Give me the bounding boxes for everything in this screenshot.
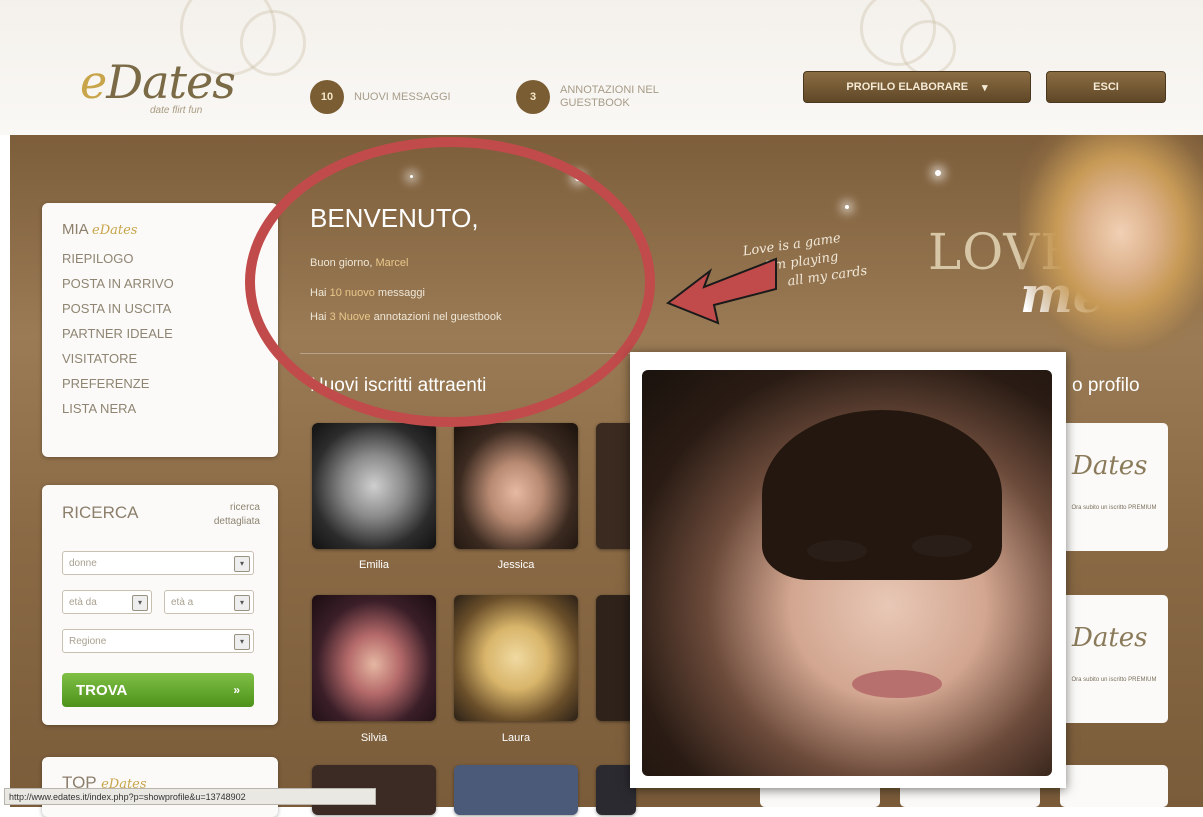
logo-tagline: date flirt fun — [150, 105, 203, 116]
member-name[interactable]: Jessica — [454, 559, 578, 571]
sidebar-item-riepilogo[interactable]: RIEPILOGO — [62, 251, 134, 266]
region-select[interactable]: Regione ▾ — [62, 629, 254, 653]
logo-e: e — [80, 55, 107, 109]
exit-button[interactable]: ESCI — [1046, 71, 1166, 103]
browser-status-bar: http://www.edates.it/index.php?p=showpro… — [4, 788, 376, 805]
enlarged-member-photo — [642, 370, 1052, 776]
dropdown-arrow-icon: ▾ — [234, 556, 250, 572]
sparkle-icon — [845, 205, 849, 209]
messages-label: NUOVI MESSAGGI — [354, 90, 451, 103]
sidebar-item-favorites[interactable]: PREFERENZE — [62, 376, 149, 391]
premium-ad-card[interactable] — [1060, 765, 1168, 807]
eye-shape — [807, 540, 867, 562]
sidebar-item-visitors[interactable]: VISITATORE — [62, 351, 137, 366]
advanced-search-link[interactable]: ricerca dettagliata — [214, 501, 260, 529]
chevron-down-icon: ▾ — [982, 81, 988, 94]
search-panel: RICERCA ricerca dettagliata donne ▾ età da… — [42, 485, 278, 725]
find-button[interactable]: TROVA» — [62, 673, 254, 707]
dropdown-arrow-icon: ▾ — [132, 595, 148, 611]
exit-label: ESCI — [1093, 81, 1119, 93]
premium-ad-card[interactable]: Dates Ora subito un iscritto PREMIUM — [1060, 595, 1168, 723]
edit-profile-button[interactable]: PROFILO ELABORARE ▾ — [803, 71, 1031, 103]
member-photo[interactable] — [454, 595, 578, 721]
guestbook-notification[interactable]: 3 ANNOTAZIONI NEL GUESTBOOK — [516, 80, 659, 114]
hair-shape — [762, 410, 1002, 580]
sidebar-item-inbox[interactable]: POSTA IN ARRIVO — [62, 276, 174, 291]
guestbook-count-badge: 3 — [516, 80, 550, 114]
member-photo[interactable] — [312, 595, 436, 721]
annotation-oval — [245, 137, 655, 427]
my-edates-panel: MIA eDates RIEPILOGO POSTA IN ARRIVO POS… — [42, 203, 278, 457]
sidebar-item-blacklist[interactable]: LISTA NERA — [62, 401, 136, 416]
ad-logo: Dates — [1072, 451, 1148, 481]
decorative-swirl — [240, 10, 306, 76]
member-photo[interactable] — [454, 423, 578, 549]
banner-model-image — [1020, 135, 1203, 353]
guestbook-label: ANNOTAZIONI NEL GUESTBOOK — [560, 84, 659, 109]
gender-select[interactable]: donne ▾ — [62, 551, 254, 575]
enlarged-photo-popup[interactable] — [630, 352, 1066, 788]
logo-text: Dates — [106, 55, 236, 109]
edates-logo[interactable]: eDates — [80, 55, 236, 109]
my-edates-title: MIA eDates — [62, 221, 138, 238]
eye-shape — [912, 535, 972, 557]
new-messages-notification[interactable]: 10 NUOVI MESSAGGI — [310, 80, 451, 114]
dropdown-arrow-icon: ▾ — [234, 595, 250, 611]
search-title: RICERCA — [62, 503, 139, 522]
ad-logo: Dates — [1072, 623, 1148, 653]
age-from-select[interactable]: età da ▾ — [62, 590, 152, 614]
member-name[interactable]: Emilia — [312, 559, 436, 571]
sparkle-icon — [935, 170, 941, 176]
top-panel: TOP eDates — [42, 757, 278, 817]
age-to-select[interactable]: età a ▾ — [164, 590, 254, 614]
sidebar-item-ideal-partner[interactable]: PARTNER IDEALE — [62, 326, 173, 341]
messages-count-badge: 10 — [310, 80, 344, 114]
annotation-arrow-icon — [665, 257, 777, 325]
premium-profile-title: o profilo — [1072, 375, 1140, 396]
member-photo[interactable] — [312, 423, 436, 549]
member-photo[interactable] — [454, 765, 578, 815]
double-chevron-icon: » — [233, 683, 240, 697]
sidebar-item-outbox[interactable]: POSTA IN USCITA — [62, 301, 171, 316]
ad-text: Ora subito un iscritto PREMIUM — [1071, 505, 1157, 511]
decorative-swirl — [900, 20, 956, 76]
edit-profile-label: PROFILO ELABORARE — [846, 81, 969, 93]
member-name[interactable]: Silvia — [312, 732, 436, 744]
premium-ad-card[interactable]: Dates Ora subito un iscritto PREMIUM — [1060, 423, 1168, 551]
top-header: eDates date flirt fun 10 NUOVI MESSAGGI … — [0, 0, 1203, 135]
lips-shape — [852, 670, 942, 698]
ad-text: Ora subito un iscritto PREMIUM — [1071, 677, 1157, 683]
member-name[interactable]: Laura — [454, 732, 578, 744]
dropdown-arrow-icon: ▾ — [234, 634, 250, 650]
